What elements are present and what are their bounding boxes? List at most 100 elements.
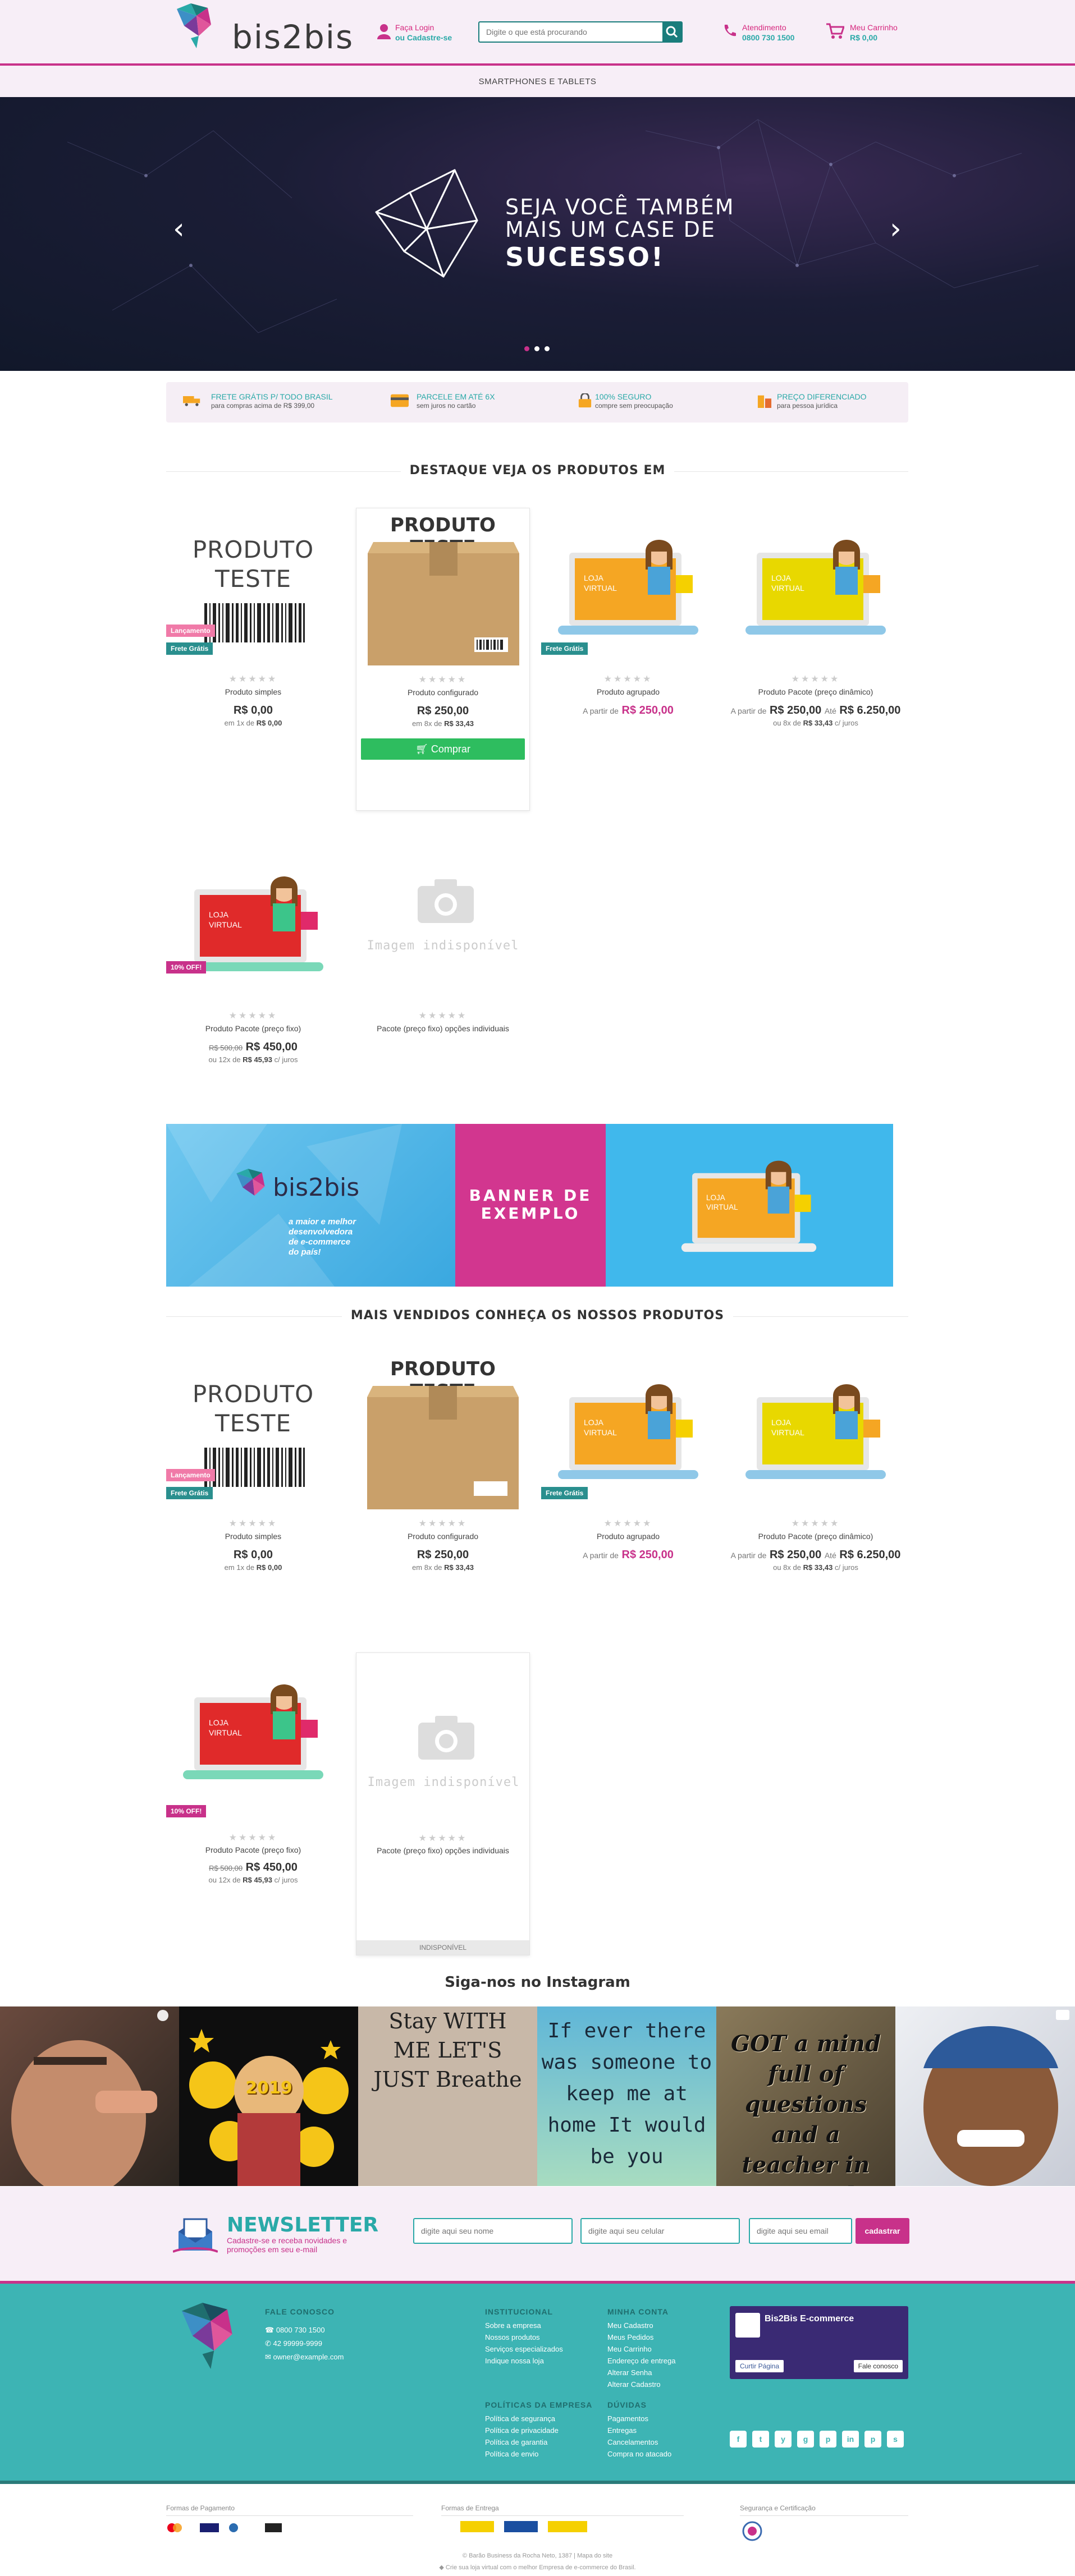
no-image-placeholder[interactable]: Imagem indisponível	[362, 856, 524, 1002]
cart-summary[interactable]: Meu Carrinho R$ 0,00	[850, 22, 898, 43]
product-name[interactable]: Produto simples	[166, 1532, 340, 1541]
footer-link[interactable]: Política de segurança	[485, 2413, 559, 2425]
footer-link[interactable]: Política de garantia	[485, 2436, 559, 2448]
newsletter-name-input[interactable]	[413, 2218, 573, 2244]
truck-icon	[183, 396, 200, 406]
hero-prev-arrow[interactable]: ‹	[173, 212, 185, 246]
pinterest-icon-2[interactable]: p	[864, 2431, 881, 2448]
skype-icon[interactable]: s	[887, 2431, 904, 2448]
support-contact[interactable]: Atendimento 0800 730 1500	[742, 22, 794, 43]
product-card[interactable]: LOJA VIRTUAL Frete Grátis ★★★★★ Produto …	[541, 1352, 715, 1655]
product-card[interactable]: PRODUTO TESTE Lançamento Frete Grátis ★★…	[166, 1352, 340, 1655]
footer-link[interactable]: Política de privacidade	[485, 2425, 559, 2436]
box-image[interactable]	[362, 542, 525, 671]
product-card[interactable]: LOJA VIRTUAL 10% OFF! ★★★★★ Produto Paco…	[166, 844, 340, 1147]
promo-banner[interactable]: bis2bis a maior e melhor desenvolvedora de…	[166, 1124, 893, 1287]
hero-dot-3[interactable]	[545, 346, 550, 351]
no-image-placeholder[interactable]: Imagem indisponível	[362, 1692, 525, 1838]
nav-item-smartphones[interactable]: SMARTPHONES E TABLETS	[0, 77, 1075, 86]
product-card[interactable]: Imagem indisponível ★★★★★ Pacote (preço …	[356, 1652, 530, 1955]
laptop-image[interactable]: LOJA VIRTUAL	[172, 1664, 335, 1810]
newsletter-email-input[interactable]	[749, 2218, 852, 2244]
buy-button[interactable]: 🛒︎ Comprar	[361, 738, 525, 760]
footer-link[interactable]: Indique nossa loja	[485, 2355, 563, 2367]
product-card[interactable]: LOJA VIRTUAL ★★★★★ Produto Pacote (preço…	[729, 508, 903, 811]
footer-link[interactable]: Política de envio	[485, 2448, 559, 2460]
linkedin-icon[interactable]: in	[842, 2431, 859, 2448]
footer-logo-icon[interactable]	[177, 2303, 236, 2369]
hero-dot-1[interactable]	[524, 346, 529, 351]
product-card[interactable]: PRODUTO TESTE ★★★★★ Produto configurado …	[356, 1352, 530, 1655]
facebook-icon[interactable]: f	[730, 2431, 747, 2448]
product-card[interactable]: LOJA VIRTUAL ★★★★★ Produto Pacote (preço…	[729, 1352, 903, 1655]
footer-link[interactable]: Meus Pedidos	[607, 2331, 675, 2343]
product-card[interactable]: Imagem indisponível ★★★★★ Pacote (preço …	[356, 844, 530, 1147]
product-name[interactable]: Pacote (preço fixo) opções individuais	[356, 1846, 529, 1855]
product-name[interactable]: Produto configurado	[356, 688, 529, 697]
box-image[interactable]	[362, 1386, 524, 1515]
facebook-widget[interactable]: Bis2Bis E-commerce Curtir Página Fale co…	[730, 2306, 908, 2379]
product-name[interactable]: Produto Pacote (preço fixo)	[166, 1024, 340, 1033]
product-name[interactable]: Produto simples	[166, 687, 340, 696]
installments: em 1x de R$ 0,00	[224, 1563, 282, 1572]
pinterest-icon[interactable]: p	[820, 2431, 836, 2448]
instagram-post[interactable]: GOT a mind full of questions and a teach…	[716, 2006, 895, 2186]
login-link[interactable]: Faça Login ou Cadastre-se	[395, 22, 452, 43]
product-card[interactable]: LOJA VIRTUAL 10% OFF! ★★★★★ Produto Paco…	[166, 1652, 340, 1955]
footer-link[interactable]: Compra no atacado	[607, 2448, 671, 2460]
twitter-icon[interactable]: t	[752, 2431, 769, 2448]
newsletter-submit-button[interactable]: cadastrar	[856, 2218, 909, 2244]
brand-name[interactable]: bis2bis	[232, 18, 354, 56]
svg-text:VIRTUAL: VIRTUAL	[584, 584, 617, 593]
product-name[interactable]: Produto configurado	[356, 1532, 530, 1541]
logo-icon[interactable]	[174, 3, 213, 48]
instagram-post[interactable]	[0, 2006, 179, 2186]
hero-dot-2[interactable]	[534, 346, 539, 351]
user-icon[interactable]	[377, 24, 391, 39]
card-icon	[391, 394, 409, 407]
product-name[interactable]: Produto Pacote (preço dinâmico)	[729, 687, 903, 696]
hero-next-arrow[interactable]: ›	[890, 212, 902, 246]
product-card[interactable]: LOJA VIRTUAL Frete Grátis ★★★★★ Produto …	[541, 508, 715, 811]
product-price: R$ 250,00	[417, 1549, 469, 1561]
svg-text:VIRTUAL: VIRTUAL	[584, 1428, 617, 1437]
instagram-post[interactable]: If ever there was someone to keep me at …	[537, 2006, 716, 2186]
instagram-post[interactable]	[895, 2006, 1075, 2186]
footer-link[interactable]: Entregas	[607, 2425, 671, 2436]
footer-link[interactable]: Nossos produtos	[485, 2331, 563, 2343]
product-name[interactable]: Produto Pacote (preço fixo)	[166, 1845, 340, 1854]
footer-link[interactable]: Alterar Senha	[607, 2367, 675, 2378]
footer-link[interactable]: Meu Cadastro	[607, 2320, 675, 2331]
camera-icon	[418, 879, 474, 923]
search-button[interactable]	[662, 22, 681, 42]
product-name[interactable]: Pacote (preço fixo) opções individuais	[356, 1024, 530, 1033]
product-name[interactable]: Produto agrupado	[541, 1532, 715, 1541]
instagram-post[interactable]: Stay WITH ME LET'S JUST Breathe	[358, 2006, 537, 2186]
footer-link[interactable]: Meu Carrinho	[607, 2343, 675, 2355]
footer-email[interactable]: ✉ owner@example.com	[265, 2351, 344, 2363]
footer-link[interactable]: Cancelamentos	[607, 2436, 671, 2448]
facebook-contact-button[interactable]: Fale conosco	[853, 2360, 903, 2372]
rating-stars: ★★★★★	[791, 1519, 840, 1528]
footer-link[interactable]: Endereço de entrega	[607, 2355, 675, 2367]
search-input[interactable]	[479, 22, 648, 42]
product-name[interactable]: Produto Pacote (preço dinâmico)	[729, 1532, 903, 1541]
product-card[interactable]: PRODUTO TESTE ★★★★★ Produto configurado …	[356, 508, 530, 811]
laptop-image[interactable]: LOJA VIRTUAL	[172, 856, 335, 1002]
newsletter-icon	[173, 2218, 218, 2253]
facebook-like-button[interactable]: Curtir Página	[735, 2360, 784, 2372]
laptop-image[interactable]: LOJA VIRTUAL	[734, 519, 897, 665]
product-name[interactable]: Produto agrupado	[541, 687, 715, 696]
security-seal-icon[interactable]	[742, 2521, 762, 2541]
cart-icon[interactable]	[826, 22, 844, 39]
product-card[interactable]: PRODUTO TESTE Lançamento Frete Grátis ★★…	[166, 508, 340, 811]
laptop-image[interactable]: LOJA VIRTUAL	[734, 1363, 897, 1509]
footer-link[interactable]: Pagamentos	[607, 2413, 671, 2425]
youtube-icon[interactable]: y	[775, 2431, 792, 2448]
google-plus-icon[interactable]: g	[797, 2431, 814, 2448]
newsletter-phone-input[interactable]	[580, 2218, 740, 2244]
footer-link[interactable]: Serviços especializados	[485, 2343, 563, 2355]
footer-link[interactable]: Alterar Cadastro	[607, 2378, 675, 2390]
instagram-post[interactable]: 2019	[179, 2006, 358, 2186]
footer-link[interactable]: Sobre a empresa	[485, 2320, 563, 2331]
